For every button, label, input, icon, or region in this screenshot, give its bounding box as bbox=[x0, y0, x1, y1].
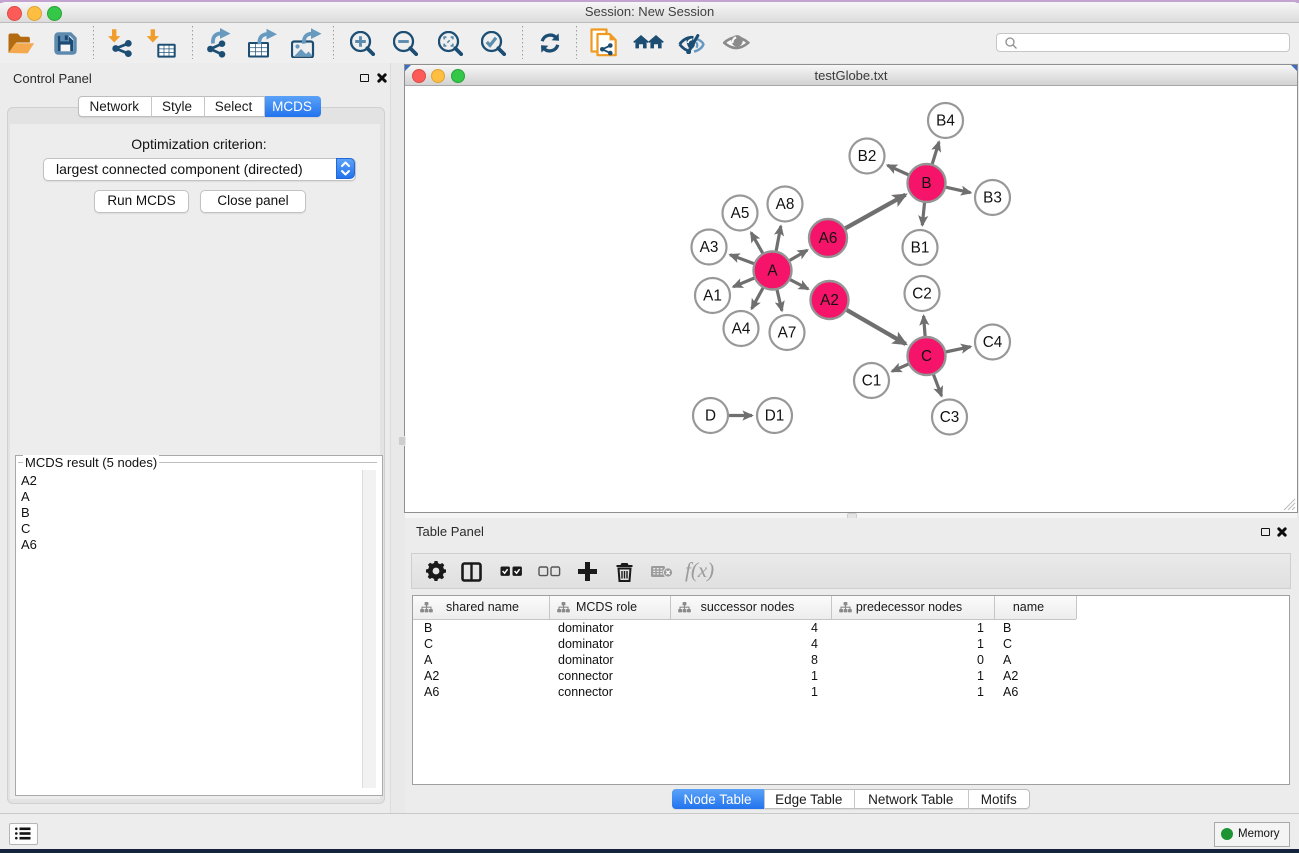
svg-text:A7: A7 bbox=[778, 325, 797, 342]
svg-text:A8: A8 bbox=[776, 196, 795, 213]
svg-text:A4: A4 bbox=[732, 321, 751, 338]
svg-text:B2: B2 bbox=[858, 148, 877, 165]
svg-text:B3: B3 bbox=[983, 190, 1002, 207]
svg-text:C4: C4 bbox=[983, 334, 1003, 351]
svg-text:A6: A6 bbox=[819, 230, 838, 247]
svg-text:C3: C3 bbox=[940, 409, 960, 426]
svg-text:B4: B4 bbox=[936, 113, 955, 130]
svg-text:B: B bbox=[921, 175, 931, 192]
svg-text:D: D bbox=[705, 408, 716, 425]
svg-text:A5: A5 bbox=[731, 205, 750, 222]
svg-text:A1: A1 bbox=[703, 288, 722, 305]
svg-text:C: C bbox=[921, 348, 932, 365]
svg-text:B1: B1 bbox=[911, 240, 930, 257]
svg-text:A3: A3 bbox=[700, 239, 719, 256]
svg-text:A: A bbox=[767, 263, 778, 280]
svg-text:A2: A2 bbox=[820, 292, 839, 309]
svg-text:D1: D1 bbox=[765, 408, 785, 425]
svg-text:C1: C1 bbox=[862, 373, 882, 390]
svg-text:C2: C2 bbox=[912, 286, 932, 303]
